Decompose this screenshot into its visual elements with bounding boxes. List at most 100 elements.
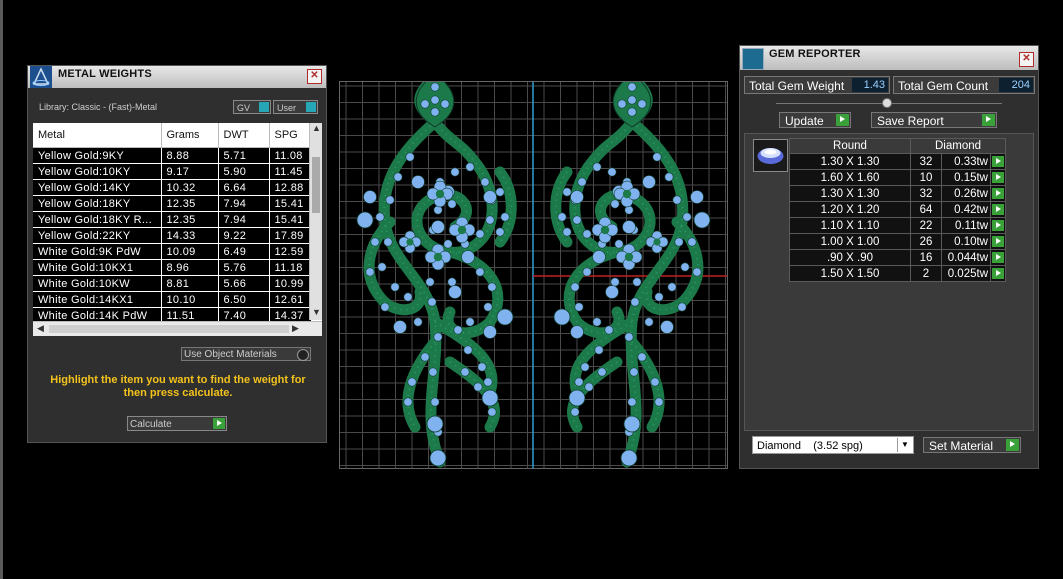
gem-row[interactable]: 1.30 X 1.30 32 0.33tw bbox=[789, 153, 1006, 170]
calculate-button[interactable]: Calculate bbox=[127, 416, 227, 431]
scroll-left-icon[interactable]: ◀ bbox=[37, 323, 44, 334]
small-gem bbox=[644, 317, 654, 327]
metal-row[interactable]: White Gold:10KW 8.81 5.66 10.99 bbox=[33, 275, 312, 292]
small-gem bbox=[370, 237, 380, 247]
small-gem bbox=[407, 377, 417, 387]
slider-knob[interactable] bbox=[882, 98, 892, 108]
material-select[interactable]: Diamond (3.52 spg) ▼ bbox=[752, 436, 914, 454]
small-gem bbox=[682, 212, 692, 222]
gv-toggle[interactable]: GV bbox=[233, 100, 271, 114]
metal-hscroll-thumb[interactable] bbox=[49, 325, 289, 333]
select-gems-button[interactable] bbox=[990, 185, 1006, 202]
metal-cell-metal: Yellow Gold:10KY bbox=[33, 163, 162, 180]
small-gem bbox=[672, 195, 682, 205]
user-toggle[interactable]: User bbox=[273, 100, 318, 114]
small-gem bbox=[487, 407, 497, 417]
update-label: Update bbox=[785, 114, 824, 128]
select-gems-button[interactable] bbox=[990, 201, 1006, 218]
gem-close-button[interactable]: ✕ bbox=[1019, 52, 1034, 67]
metal-row[interactable]: Yellow Gold:18KY R... 12.35 7.94 15.41 bbox=[33, 211, 312, 228]
small-gem bbox=[473, 382, 483, 392]
large-gem bbox=[448, 285, 462, 299]
metal-row[interactable]: Yellow Gold:14KY 10.32 6.64 12.88 bbox=[33, 179, 312, 196]
metal-horizontal-scrollbar[interactable]: ◀ ▶ bbox=[33, 321, 322, 336]
metal-cell-grams: 12.35 bbox=[161, 211, 219, 228]
metal-panel-titlebar[interactable]: METAL WEIGHTS ✕ bbox=[28, 66, 326, 88]
gem-row[interactable]: 1.10 X 1.10 22 0.11tw bbox=[789, 217, 1006, 234]
gem-panel-title: GEM REPORTER bbox=[769, 48, 861, 60]
gem-row[interactable]: 1.30 X 1.30 32 0.26tw bbox=[789, 185, 1006, 202]
total-gem-weight: Total Gem Weight 1.43 bbox=[744, 76, 890, 94]
metal-row[interactable]: Yellow Gold:9KY 8.88 5.71 11.08 bbox=[33, 147, 312, 164]
scroll-right-icon[interactable]: ▶ bbox=[292, 323, 299, 334]
update-button[interactable]: Update bbox=[779, 112, 851, 128]
small-gem bbox=[453, 325, 463, 335]
small-gem bbox=[500, 212, 510, 222]
small-gem bbox=[654, 292, 664, 302]
gem-row[interactable]: 1.00 X 1.00 26 0.10tw bbox=[789, 233, 1006, 250]
metal-cell-metal: Yellow Gold:9KY bbox=[33, 147, 162, 164]
set-material-button[interactable]: Set Material bbox=[923, 437, 1021, 453]
gem-panel-titlebar[interactable]: GEM REPORTER ✕ bbox=[740, 46, 1038, 70]
metal-close-button[interactable]: ✕ bbox=[307, 69, 322, 84]
metal-vertical-scrollbar[interactable]: ▲ ▼ bbox=[309, 123, 322, 320]
small-gem bbox=[617, 99, 627, 109]
col-grams[interactable]: Grams bbox=[161, 123, 219, 148]
gem-weight: 0.42tw bbox=[941, 201, 991, 218]
earring-left[interactable] bbox=[356, 71, 517, 468]
col-spg[interactable]: SPG bbox=[269, 123, 312, 148]
small-gem bbox=[604, 325, 614, 335]
metal-row[interactable]: Yellow Gold:10KY 9.17 5.90 11.45 bbox=[33, 163, 312, 180]
drop-gem bbox=[568, 389, 586, 407]
chevron-down-icon[interactable]: ▼ bbox=[897, 438, 912, 452]
jewelry-model-canvas[interactable] bbox=[340, 71, 727, 468]
select-gems-button[interactable] bbox=[990, 249, 1006, 266]
select-gems-button[interactable] bbox=[990, 153, 1006, 170]
select-gems-button[interactable] bbox=[990, 265, 1006, 282]
use-object-materials-checkbox[interactable]: Use Object Materials bbox=[181, 347, 311, 361]
col-dwt[interactable]: DWT bbox=[218, 123, 270, 148]
design-viewport[interactable] bbox=[339, 71, 728, 469]
scroll-up-icon[interactable]: ▲ bbox=[312, 123, 321, 133]
gem-row[interactable]: 1.20 X 1.20 64 0.42tw bbox=[789, 201, 1006, 218]
metal-row[interactable]: Yellow Gold:22KY 14.33 9.22 17.89 bbox=[33, 227, 312, 244]
round-gem-thumbnail[interactable] bbox=[753, 139, 788, 172]
gem-row[interactable]: .90 X .90 16 0.044tw bbox=[789, 249, 1006, 266]
use-object-materials-label: Use Object Materials bbox=[184, 349, 277, 360]
small-gem bbox=[403, 292, 413, 302]
gem-row[interactable]: 1.60 X 1.60 10 0.15tw bbox=[789, 169, 1006, 186]
total-weight-label: Total Gem Weight bbox=[749, 79, 845, 93]
play-arrow-icon bbox=[992, 252, 1004, 263]
large-gem bbox=[622, 220, 636, 234]
metal-row[interactable]: White Gold:14KX1 10.10 6.50 12.61 bbox=[33, 291, 312, 308]
col-metal[interactable]: Metal bbox=[33, 123, 162, 148]
metal-row[interactable]: Yellow Gold:18KY 12.35 7.94 15.41 bbox=[33, 195, 312, 212]
gem-row[interactable]: 1.50 X 1.50 2 0.025tw bbox=[789, 265, 1006, 282]
flower-center bbox=[624, 252, 634, 262]
gem-weight: 0.15tw bbox=[941, 169, 991, 186]
small-gem bbox=[667, 282, 677, 292]
play-arrow-icon bbox=[992, 172, 1004, 183]
select-gems-button[interactable] bbox=[990, 217, 1006, 234]
radio-icon bbox=[297, 349, 309, 361]
metal-cell-grams: 14.33 bbox=[161, 227, 219, 244]
small-gem bbox=[652, 152, 662, 162]
gem-size: 1.30 X 1.30 bbox=[789, 185, 911, 202]
play-arrow-icon bbox=[992, 188, 1004, 199]
small-gem bbox=[664, 172, 674, 182]
metal-row[interactable]: White Gold:10KX1 8.96 5.76 11.18 bbox=[33, 259, 312, 276]
select-gems-button[interactable] bbox=[990, 169, 1006, 186]
metal-row[interactable]: White Gold:9K PdW 10.09 6.49 12.59 bbox=[33, 243, 312, 260]
metal-cell-dwt: 6.64 bbox=[218, 179, 270, 196]
scroll-down-icon[interactable]: ▼ bbox=[312, 307, 321, 317]
metal-cell-spg: 10.99 bbox=[269, 275, 312, 292]
small-gem bbox=[632, 277, 642, 287]
small-gem bbox=[377, 262, 387, 272]
save-report-button[interactable]: Save Report bbox=[871, 112, 997, 128]
metal-scroll-thumb[interactable] bbox=[312, 157, 320, 213]
small-gem bbox=[687, 237, 697, 247]
small-gem bbox=[403, 397, 413, 407]
small-gem bbox=[480, 177, 490, 187]
select-gems-button[interactable] bbox=[990, 233, 1006, 250]
small-gem bbox=[582, 229, 592, 239]
